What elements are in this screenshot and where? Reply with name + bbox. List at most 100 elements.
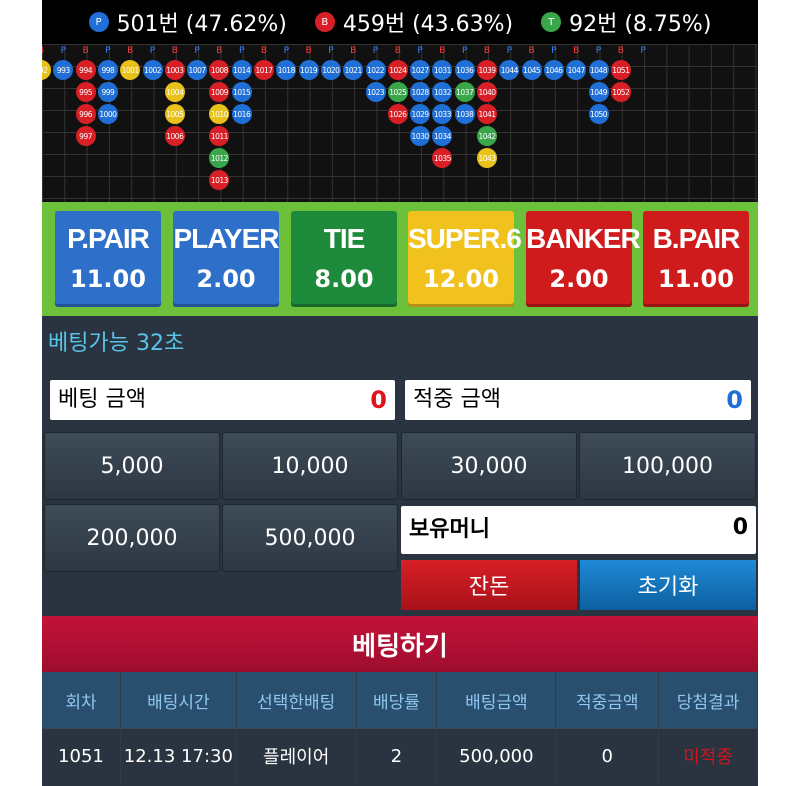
bead: 1017 (254, 60, 274, 80)
win-amount-label: 적중 금액 (413, 387, 501, 412)
table-row: 1051 12.13 17:30 플레이어 2 500,000 0 미적중 (42, 728, 758, 783)
chip-500000-button[interactable]: 500,000 (222, 504, 398, 572)
board-header-cell: B (260, 46, 268, 56)
bet-banker-button[interactable]: BANKER 2.00 (526, 211, 641, 307)
bead: 1033 (432, 104, 453, 124)
bead: 1032 (432, 82, 453, 102)
bet-option-odds: 8.00 (314, 265, 374, 293)
bead: 1001 (120, 60, 141, 80)
board-header-cell: B (82, 46, 89, 56)
bead: 1046 (543, 60, 564, 80)
bet-option-label: PLAYER (173, 223, 279, 254)
bead: 1011 (209, 126, 230, 146)
col-round: 회차 (42, 672, 121, 729)
board-header-cell: B (127, 46, 134, 56)
balance-label: 보유머니 (409, 517, 490, 542)
bead: 1006 (164, 126, 185, 146)
bead: 995 (75, 82, 96, 102)
bet-option-label: BANKER (526, 223, 641, 254)
bead: 1026 (387, 104, 408, 124)
bet-option-odds: 12.00 (423, 265, 499, 293)
bead: 1035 (432, 148, 453, 168)
bet-player-button[interactable]: PLAYER 2.00 (173, 211, 280, 307)
bead: 1028 (410, 82, 431, 102)
player-dot-icon: P (88, 12, 109, 32)
chip-5000-button[interactable]: 5,000 (44, 432, 220, 500)
bead: 1024 (387, 60, 408, 80)
bet-b-pair-button[interactable]: B.PAIR 11.00 (643, 211, 749, 307)
bet-option-odds: 2.00 (196, 265, 256, 293)
board-header-cell: B (528, 46, 535, 56)
player-stat: P 501번 (47.62%) (88, 6, 287, 38)
bet-option-label: SUPER.6 (408, 223, 522, 254)
bead: 1023 (365, 82, 386, 102)
bead: 992 (42, 60, 51, 80)
bead: 1048 (588, 60, 609, 80)
chip-10000-button[interactable]: 10,000 (222, 432, 398, 500)
bead: 1022 (365, 60, 386, 80)
board-header-cell: B (394, 46, 401, 56)
bet-amount-field: 베팅 금액 0 (50, 380, 395, 420)
bead: 1018 (276, 60, 297, 80)
bead: 1040 (477, 82, 497, 102)
bead: 1049 (588, 82, 609, 102)
board-header-cell: P (640, 46, 646, 56)
bead: 1004 (164, 82, 185, 102)
bead: 1016 (231, 104, 252, 124)
bead: 1010 (209, 104, 230, 124)
cell-bet-time: 12.13 17:30 (120, 728, 237, 783)
bet-option-odds: 2.00 (549, 265, 609, 293)
board-header-cell: P (328, 46, 334, 56)
bet-option-label: TIE (323, 223, 366, 254)
balance-value: 0 (732, 515, 748, 540)
bead: 1038 (454, 104, 475, 124)
col-result: 당첨결과 (658, 672, 758, 729)
cell-win-amount: 0 (555, 728, 660, 783)
board-header-row: BPBPBPBPBPBPBPBPBPBPBPBPBPBP (42, 44, 758, 58)
banker-stat-text: 459번 (43.63%) (342, 12, 514, 37)
tie-dot-icon: T (541, 12, 562, 32)
board-header-cell: B (171, 46, 178, 56)
place-bet-button[interactable]: 베팅하기 (42, 616, 758, 672)
player-stat-text: 501번 (47.62%) (116, 12, 287, 37)
bead: 1043 (477, 148, 497, 168)
bead: 1052 (610, 82, 631, 102)
bead: 1013 (209, 170, 230, 190)
board-header-cell: P (105, 46, 111, 56)
bead: 1051 (610, 60, 631, 80)
banker-stat: B 459번 (43.63%) (314, 6, 514, 38)
bead: 1034 (432, 126, 453, 146)
chip-200000-button[interactable]: 200,000 (44, 504, 220, 572)
bead: 999 (97, 82, 118, 102)
board-header-cell: P (506, 46, 513, 56)
chip-100000-button[interactable]: 100,000 (579, 432, 756, 500)
bead: 1020 (320, 60, 341, 80)
reset-button[interactable]: 초기화 (580, 560, 756, 610)
win-amount-field: 적중 금액 0 (405, 380, 751, 420)
bead: 994 (75, 60, 96, 80)
bead: 1037 (454, 82, 475, 102)
bet-history-table: 회차 배팅시간 선택한배팅 배당률 배팅금액 적중금액 당첨결과 1051 12… (42, 672, 758, 783)
change-button[interactable]: 잔돈 (401, 560, 577, 610)
bet-p-pair-button[interactable]: P.PAIR 11.00 (55, 211, 161, 307)
bet-tie-button[interactable]: TIE 8.00 (291, 211, 397, 307)
balance-field: 보유머니 0 (401, 506, 756, 554)
col-win-amount: 적중금액 (555, 672, 660, 729)
bead: 1042 (477, 126, 497, 146)
win-amount-value: 0 (726, 386, 743, 414)
col-selected-bet: 선택한배팅 (236, 672, 357, 729)
bead: 1041 (477, 104, 497, 124)
board-header-cell: P (283, 46, 290, 56)
bead: 996 (75, 104, 96, 124)
bead: 1027 (410, 60, 431, 80)
cell-result: 미적중 (658, 728, 758, 783)
bead: 1007 (187, 60, 208, 80)
bead: 1012 (209, 148, 230, 168)
bead: 1009 (209, 82, 230, 102)
board-header-cell: P (149, 46, 156, 56)
board-header-cell: B (573, 46, 580, 56)
bet-super-6-button[interactable]: SUPER.6 12.00 (408, 211, 522, 307)
col-bet-time: 배팅시간 (120, 672, 237, 729)
chip-30000-button[interactable]: 30,000 (401, 432, 577, 500)
bead: 1045 (521, 60, 542, 80)
